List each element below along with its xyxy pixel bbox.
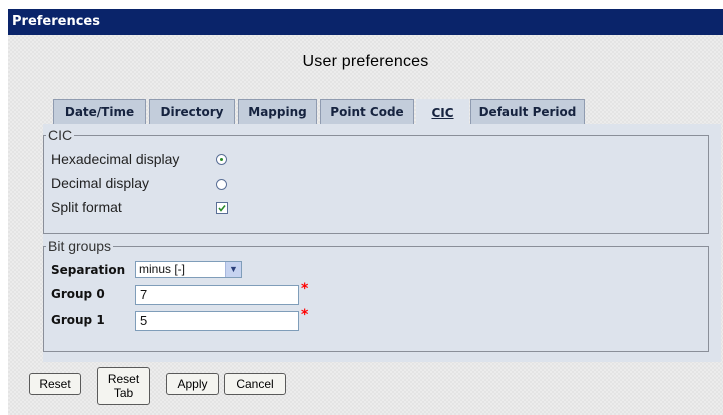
radio-selected-icon (220, 158, 223, 161)
page-title: User preferences (302, 53, 429, 70)
group-1-required-mark: * (301, 307, 309, 323)
apply-button[interactable]: Apply (166, 373, 219, 395)
checkmark-icon (218, 205, 226, 212)
tab-directory[interactable]: Directory (149, 99, 235, 124)
split-format-checkbox[interactable] (216, 202, 228, 214)
split-format-label: Split format (51, 199, 122, 215)
group-0-input[interactable]: 7 (135, 285, 299, 305)
separation-label: Separation (51, 263, 126, 277)
separation-select[interactable]: minus [-] ▼ (135, 261, 242, 278)
group-1-label: Group 1 (51, 313, 105, 327)
tab-panel: CIC Hexadecimal display Decimal display … (43, 124, 721, 362)
tab-cic[interactable]: CIC (416, 99, 469, 126)
tab-mapping[interactable]: Mapping (238, 99, 317, 124)
cic-legend: CIC (48, 127, 73, 143)
reset-tab-line-1: Reset (107, 372, 140, 386)
reset-tab-line-2: Tab (113, 386, 134, 400)
tab-default-period[interactable]: Default Period (470, 99, 585, 124)
reset-button[interactable]: Reset (29, 373, 81, 395)
separation-value: minus [-] (139, 262, 186, 276)
bit-groups-legend: Bit groups (48, 238, 112, 254)
hexadecimal-display-label: Hexadecimal display (51, 151, 180, 167)
tab-date-time[interactable]: Date/Time (53, 99, 146, 124)
group-0-label: Group 0 (51, 287, 105, 301)
hexadecimal-display-radio[interactable] (216, 154, 227, 165)
chevron-down-icon: ▼ (225, 262, 241, 277)
reset-tab-button[interactable]: Reset Tab (97, 367, 150, 405)
window-title: Preferences (8, 9, 723, 35)
group-1-input[interactable]: 5 (135, 311, 299, 331)
tab-point-code[interactable]: Point Code (320, 99, 414, 124)
decimal-display-radio[interactable] (216, 179, 227, 190)
group-0-required-mark: * (301, 281, 309, 297)
preferences-window: Preferences User preferences Date/Time D… (8, 9, 723, 415)
decimal-display-label: Decimal display (51, 175, 150, 191)
cancel-button[interactable]: Cancel (224, 373, 286, 395)
